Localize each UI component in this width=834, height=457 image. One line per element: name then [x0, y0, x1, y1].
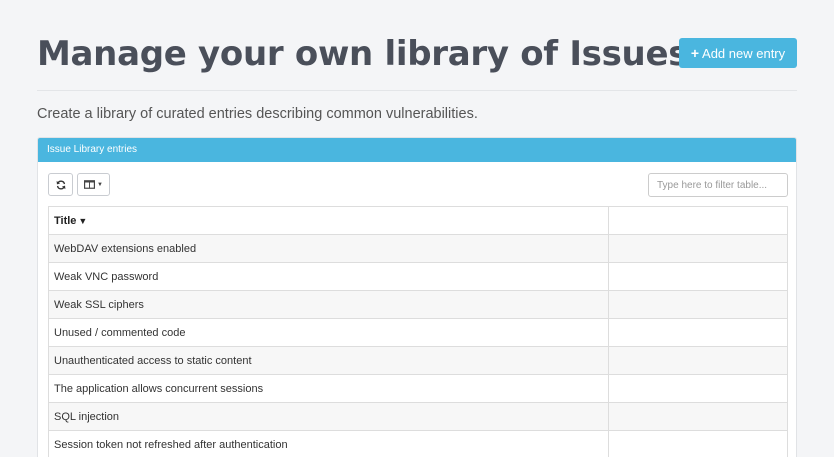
issue-title-cell[interactable]: Session token not refreshed after authen…: [48, 430, 609, 457]
column-header-title[interactable]: Title ▼: [48, 206, 609, 235]
page-title: Manage your own library of Issues: [37, 34, 689, 74]
add-new-entry-button[interactable]: + Add new entry: [679, 38, 797, 68]
table-row[interactable]: The application allows concurrent sessio…: [48, 374, 788, 403]
issue-title-cell[interactable]: WebDAV extensions enabled: [48, 234, 609, 263]
table-row[interactable]: Unused / commented code: [48, 318, 788, 347]
issue-extra-cell: [608, 234, 788, 263]
panel-header: Issue Library entries: [38, 138, 796, 162]
issue-library-panel: Issue Library entries ▼ Title▼ WebDAV ex…: [37, 137, 797, 457]
issues-table: Title ▼ WebDAV extensions enabled Weak VN…: [48, 206, 788, 457]
issue-title-cell[interactable]: SQL injection: [48, 402, 609, 431]
filter-input[interactable]: [648, 173, 788, 197]
caret-down-icon: ▼: [78, 215, 88, 226]
plus-icon: +: [690, 45, 700, 61]
issue-title-cell[interactable]: Unauthenticated access to static content: [48, 346, 609, 375]
table-row[interactable]: WebDAV extensions enabled: [48, 234, 788, 263]
issue-extra-cell: [608, 318, 788, 347]
issue-extra-cell: [608, 262, 788, 291]
issue-title-cell[interactable]: Unused / commented code: [48, 318, 609, 347]
table-header-row: Title ▼: [48, 206, 788, 235]
issue-title-cell[interactable]: Weak SSL ciphers: [48, 290, 609, 319]
table-row[interactable]: Weak SSL ciphers: [48, 290, 788, 319]
refresh-icon: [56, 179, 65, 190]
table-row[interactable]: Session token not refreshed after authen…: [48, 430, 788, 457]
table-row[interactable]: Unauthenticated access to static content: [48, 346, 788, 375]
issue-extra-cell: [608, 290, 788, 319]
page-subtitle: Create a library of curated entries desc…: [37, 106, 478, 122]
issue-extra-cell: [608, 374, 788, 403]
chevron-down-icon: ▼: [97, 181, 103, 188]
title-divider: [37, 90, 797, 91]
add-new-entry-label: Add new entry: [702, 45, 786, 61]
column-header-title-label: Title: [54, 214, 77, 227]
issue-extra-cell: [608, 430, 788, 457]
table-row[interactable]: Weak VNC password: [48, 262, 788, 291]
refresh-button[interactable]: [48, 173, 73, 196]
issue-extra-cell: [608, 346, 788, 375]
column-header-extra: [608, 206, 788, 235]
table-row[interactable]: SQL injection: [48, 402, 788, 431]
columns-toggle-button[interactable]: ▼: [77, 173, 110, 196]
columns-icon: [84, 180, 96, 189]
issue-title-cell[interactable]: Weak VNC password: [48, 262, 609, 291]
issue-extra-cell: [608, 402, 788, 431]
issue-title-cell[interactable]: The application allows concurrent sessio…: [48, 374, 609, 403]
